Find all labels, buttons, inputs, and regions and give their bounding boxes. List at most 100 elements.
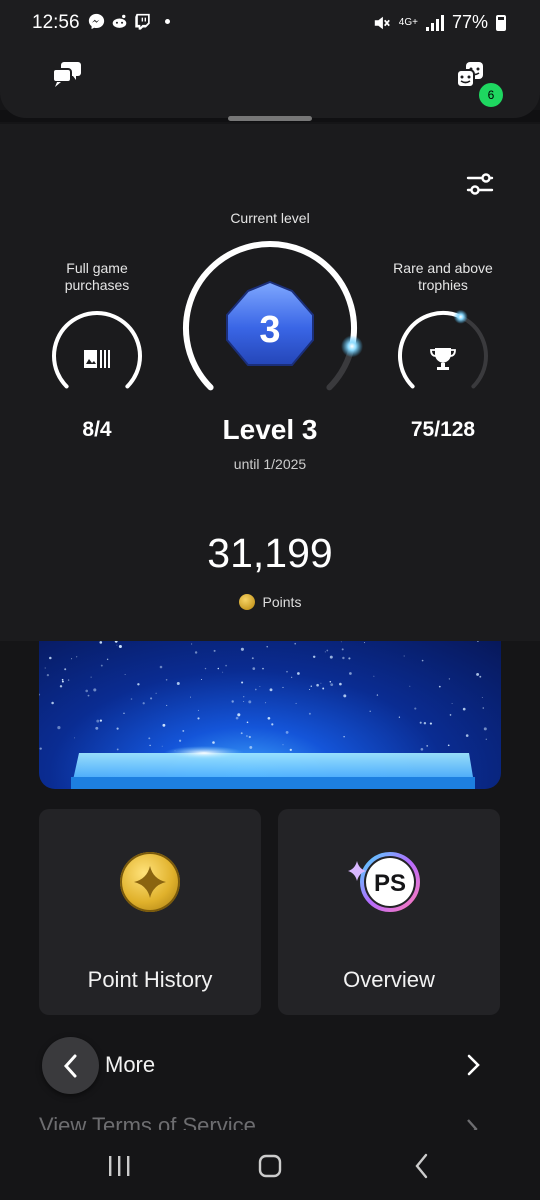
banner-star xyxy=(99,719,103,722)
banner-star xyxy=(137,683,140,686)
banner-star xyxy=(61,680,64,683)
battery-icon xyxy=(496,14,506,31)
recent-apps-icon xyxy=(109,1156,130,1176)
purchases-value: 8/4 xyxy=(82,418,112,441)
points-label-row: Points xyxy=(170,594,370,610)
banner-star xyxy=(114,641,118,643)
trophies-label-line2: trophies xyxy=(418,277,468,293)
stars-banner[interactable] xyxy=(39,641,501,789)
banner-star xyxy=(420,747,424,751)
trophies-gauge-glow xyxy=(453,309,468,324)
gold-coin-icon xyxy=(120,852,180,912)
banner-star xyxy=(57,726,61,730)
level-gauge-glow xyxy=(341,335,363,358)
purchases-gauge-fill xyxy=(52,310,142,389)
banner-star xyxy=(240,732,243,735)
banner-star xyxy=(123,712,125,714)
banner-star xyxy=(161,745,163,747)
chevron-left-icon xyxy=(63,1054,76,1077)
banner-star xyxy=(348,657,351,660)
banner-star xyxy=(485,738,487,740)
status-app-icons xyxy=(88,13,170,30)
banner-star xyxy=(64,668,67,671)
status-bar: 12:56 4G+ 77% xyxy=(0,0,540,46)
banner-star xyxy=(271,723,274,726)
floating-back-button[interactable] xyxy=(42,1037,99,1094)
banner-star xyxy=(341,648,344,651)
banner-star xyxy=(149,744,151,747)
overview-tile[interactable]: PS Overview xyxy=(278,809,500,1015)
banner-stars-art xyxy=(39,641,487,789)
status-time: 12:56 xyxy=(32,12,80,33)
signal-icon xyxy=(425,14,444,31)
banner-star xyxy=(150,697,153,700)
system-back-button[interactable] xyxy=(400,1148,444,1184)
back-arrow-icon xyxy=(415,1153,428,1179)
banner-star xyxy=(148,737,151,740)
banner-star xyxy=(409,685,411,687)
banner-star xyxy=(201,679,202,680)
banner-star xyxy=(369,710,371,713)
party-count-badge: 6 xyxy=(477,81,505,109)
banner-star xyxy=(476,672,480,676)
point-history-tile[interactable]: Point History xyxy=(39,809,261,1015)
banner-star xyxy=(155,692,157,694)
purchases-label: Full game purchases xyxy=(37,260,157,294)
playstation-stars-icon: PS xyxy=(348,852,420,912)
banner-star xyxy=(87,694,90,697)
battery-percent: 77% xyxy=(451,12,488,32)
level-until: until 1/2025 xyxy=(233,456,307,472)
banner-star xyxy=(130,698,133,700)
recent-apps-button[interactable] xyxy=(97,1148,141,1184)
messenger-icon xyxy=(88,13,105,30)
banner-star xyxy=(51,701,54,705)
trophies-label: Rare and above trophies xyxy=(373,260,513,294)
banner-star xyxy=(59,685,63,688)
banner-star xyxy=(71,658,73,660)
banner-star xyxy=(312,655,316,659)
banner-star xyxy=(267,716,271,720)
banner-star xyxy=(217,667,220,670)
banner-star xyxy=(39,747,42,750)
banner-star xyxy=(49,656,52,660)
banner-star xyxy=(248,700,252,704)
points-coin-icon xyxy=(238,594,255,610)
banner-star xyxy=(190,696,191,698)
banner-star xyxy=(74,737,76,739)
banner-star xyxy=(479,675,482,678)
banner-star xyxy=(225,664,227,667)
points-value: 31,199 xyxy=(207,530,333,576)
banner-star xyxy=(309,688,311,691)
banner-star xyxy=(254,688,257,691)
home-button[interactable] xyxy=(248,1148,292,1184)
banner-star xyxy=(265,702,267,704)
banner-star xyxy=(237,713,241,717)
banner-star xyxy=(248,735,251,739)
banner-star xyxy=(373,675,375,677)
banner-star xyxy=(421,659,424,662)
chat-button[interactable] xyxy=(45,53,89,97)
banner-star xyxy=(483,727,487,731)
banner-star xyxy=(241,681,244,684)
banner-star xyxy=(363,642,366,644)
sheet-drag-handle[interactable] xyxy=(228,116,312,121)
reddit-icon xyxy=(112,14,127,28)
more-row[interactable]: More xyxy=(39,1040,501,1090)
banner-star xyxy=(398,716,401,718)
banner-star xyxy=(297,672,300,675)
notification-dot xyxy=(165,19,170,24)
banner-star xyxy=(426,745,429,747)
trophy-icon xyxy=(430,348,456,370)
more-label: More xyxy=(105,1052,156,1077)
banner-star xyxy=(159,665,163,669)
banner-star xyxy=(118,644,122,649)
banner-star xyxy=(343,694,347,698)
banner-star xyxy=(194,651,198,654)
banner-star xyxy=(342,656,345,660)
trophies-value: 75/128 xyxy=(410,418,476,441)
filter-settings-icon[interactable] xyxy=(462,166,498,202)
banner-star xyxy=(376,694,379,696)
banner-star xyxy=(235,716,239,720)
network-type: 4G+ xyxy=(398,16,418,28)
current-level-label: Current level xyxy=(230,210,310,226)
